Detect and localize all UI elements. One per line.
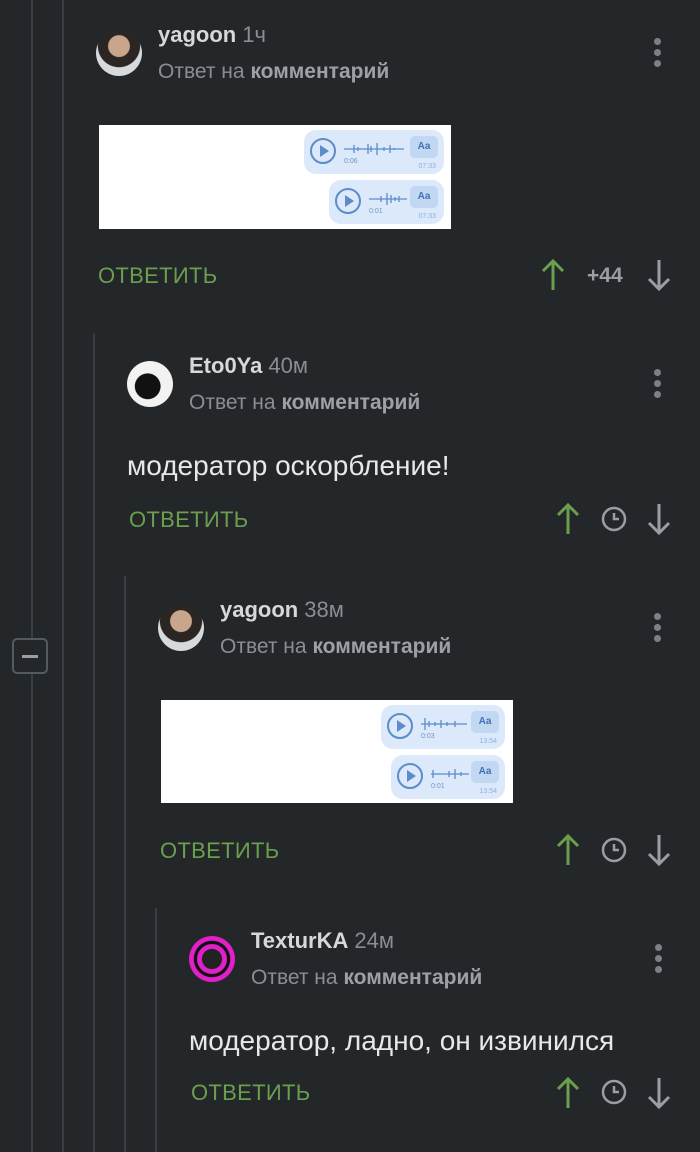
waveform-icon — [431, 769, 469, 779]
message-time: 13:54 — [479, 788, 497, 795]
voice-duration: 0:01 — [431, 783, 445, 790]
rating-score: +44 — [587, 264, 623, 287]
thread-line-5 — [155, 908, 157, 1152]
transcribe-button: Aa — [410, 186, 438, 208]
thread-line-4 — [124, 576, 126, 1152]
comment-text: модератор оскорбление! — [127, 450, 450, 481]
voice-messages-screenshot[interactable]: 0:06 Aa 07:33 0:01 Aa 07:33 — [99, 125, 451, 229]
reply-to-link[interactable]: Ответ на комментарий — [251, 966, 482, 990]
reply-prefix: Ответ на — [251, 966, 338, 989]
avatar[interactable] — [96, 30, 142, 76]
author-name[interactable]: Eto0Ya 40м — [189, 353, 308, 379]
arrow-down-icon[interactable] — [646, 833, 672, 867]
author-name[interactable]: yagoon 1ч — [158, 22, 266, 48]
reply-button[interactable]: ОТВЕТИТЬ — [129, 507, 248, 533]
thread-line-2 — [62, 0, 64, 1152]
clock-icon — [601, 506, 627, 532]
comment-time: 38м — [304, 597, 344, 622]
arrow-up-icon[interactable] — [540, 258, 566, 292]
comment: yagoon 1ч Ответ на комментарий 0:06 Aa 07… — [96, 22, 686, 310]
voice-message: 0:06 Aa 07:33 — [304, 130, 444, 174]
reply-prefix: Ответ на — [189, 391, 276, 414]
reply-to-link[interactable]: Ответ на комментарий — [158, 60, 389, 84]
voice-message: 0:01 Aa 07:33 — [329, 180, 444, 224]
avatar[interactable] — [127, 361, 173, 407]
reply-prefix: Ответ на — [220, 635, 307, 658]
thread-line-3 — [93, 333, 95, 1152]
reply-button[interactable]: ОТВЕТИТЬ — [191, 1080, 310, 1106]
avatar[interactable] — [189, 936, 235, 982]
reply-to-link[interactable]: Ответ на комментарий — [220, 635, 451, 659]
transcribe-button: Aa — [471, 711, 499, 733]
comment-time: 40м — [268, 353, 308, 378]
comment-time: 24м — [354, 928, 394, 953]
comment: Eto0Ya 40м Ответ на комментарий модератор… — [127, 353, 687, 541]
clock-icon — [601, 1079, 627, 1105]
transcribe-button: Aa — [471, 761, 499, 783]
reply-to-link[interactable]: Ответ на комментарий — [189, 391, 420, 415]
author-name[interactable]: yagoon 38м — [220, 597, 344, 623]
author-label[interactable]: Eto0Ya — [189, 353, 262, 378]
voice-duration: 0:01 — [369, 208, 383, 215]
author-label[interactable]: TexturKA — [251, 928, 348, 953]
collapse-thread-button[interactable] — [12, 638, 48, 674]
arrow-up-icon[interactable] — [555, 502, 581, 536]
reply-prefix: Ответ на — [158, 60, 245, 83]
arrow-up-icon[interactable] — [555, 1076, 581, 1110]
play-icon — [387, 713, 413, 739]
message-time: 07:33 — [418, 163, 436, 170]
more-vertical-icon[interactable] — [655, 944, 663, 974]
play-icon — [397, 763, 423, 789]
thread-line-1 — [31, 0, 33, 1152]
arrow-down-icon[interactable] — [646, 502, 672, 536]
arrow-up-icon[interactable] — [555, 833, 581, 867]
clock-icon — [601, 837, 627, 863]
author-label[interactable]: yagoon — [158, 22, 236, 47]
comment: yagoon 38м Ответ на комментарий 0:03 Aa 1… — [158, 597, 688, 875]
arrow-down-icon[interactable] — [646, 258, 672, 292]
waveform-icon — [369, 193, 407, 205]
more-vertical-icon[interactable] — [654, 369, 662, 399]
comment-time: 1ч — [242, 22, 266, 47]
reply-button[interactable]: ОТВЕТИТЬ — [98, 263, 217, 289]
comment-text: модератор, ладно, он извинился — [189, 1025, 615, 1056]
voice-duration: 0:06 — [344, 158, 358, 165]
voice-messages-screenshot[interactable]: 0:03 Aa 13:54 0:01 Aa 13:54 — [161, 700, 513, 803]
reply-target[interactable]: комментарий — [312, 635, 451, 658]
arrow-down-icon[interactable] — [646, 1076, 672, 1110]
voice-message: 0:01 Aa 13:54 — [391, 755, 505, 799]
comment: TexturKA 24м Ответ на комментарий модерат… — [189, 928, 689, 1116]
more-vertical-icon[interactable] — [654, 38, 662, 68]
waveform-icon — [421, 718, 467, 730]
author-label[interactable]: yagoon — [220, 597, 298, 622]
waveform-icon — [344, 143, 404, 155]
message-time: 13:54 — [479, 738, 497, 745]
voice-message: 0:03 Aa 13:54 — [381, 705, 505, 749]
reply-target[interactable]: комментарий — [343, 966, 482, 989]
voice-duration: 0:03 — [421, 733, 435, 740]
reply-target[interactable]: комментарий — [250, 60, 389, 83]
author-name[interactable]: TexturKA 24м — [251, 928, 394, 954]
transcribe-button: Aa — [410, 136, 438, 158]
reply-button[interactable]: ОТВЕТИТЬ — [160, 838, 279, 864]
play-icon — [310, 138, 336, 164]
avatar[interactable] — [158, 605, 204, 651]
reply-target[interactable]: комментарий — [281, 391, 420, 414]
more-vertical-icon[interactable] — [654, 613, 662, 643]
message-time: 07:33 — [418, 213, 436, 220]
play-icon — [335, 188, 361, 214]
